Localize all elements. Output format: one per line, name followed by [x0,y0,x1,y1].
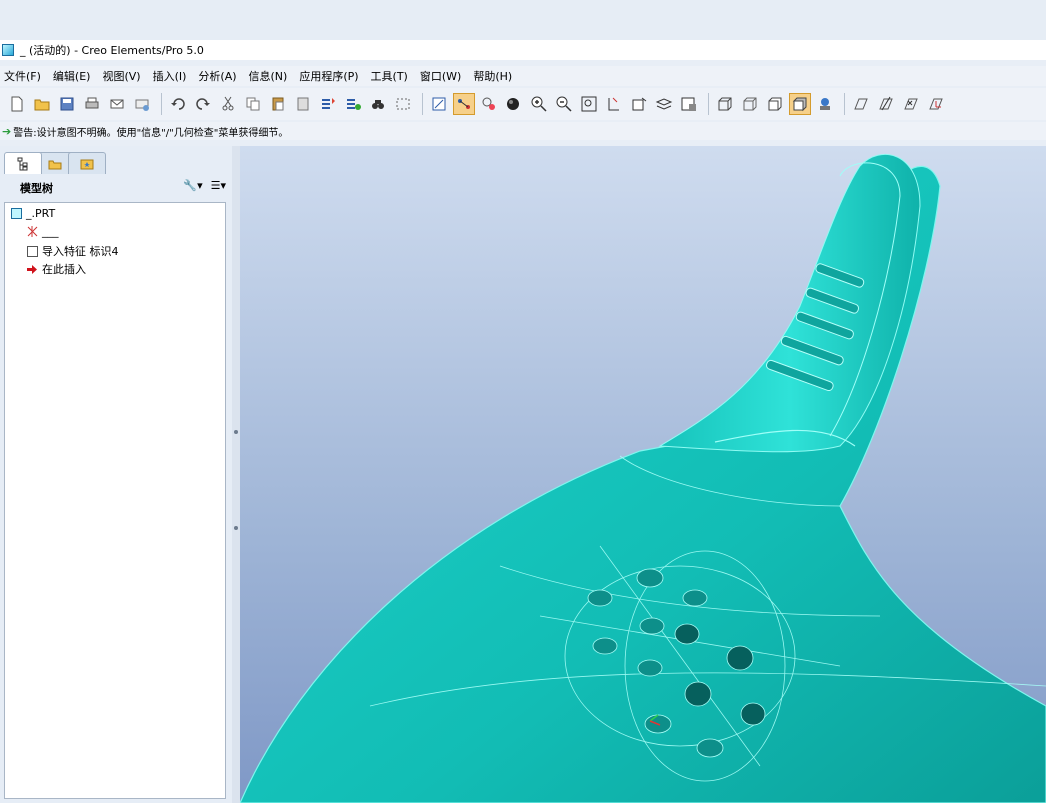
tree-node-csys[interactable]: ___ [27,225,59,238]
menu-insert[interactable]: 插入(I) [153,68,187,84]
menu-help[interactable]: 帮助(H) [473,68,512,84]
part-icon [11,208,22,219]
wireframe-icon[interactable] [714,93,736,115]
layers-icon[interactable] [653,93,675,115]
toolbar-separator [708,93,709,115]
appearance-icon[interactable] [503,93,525,115]
tree-node-insert-here[interactable]: 在此插入 [27,261,86,277]
view-manager-icon[interactable] [678,93,700,115]
tree-node-part[interactable]: _.PRT [11,207,55,220]
cut-icon[interactable] [217,93,239,115]
navigator-tabs [4,152,106,174]
refit-icon[interactable] [578,93,600,115]
model-tree: _.PRT ___ 导入特征 标识4 在此插入 [4,202,226,799]
shading-edges-icon[interactable] [814,93,836,115]
folder-icon [48,160,62,169]
datum-points-icon[interactable] [900,93,922,115]
app-icon [2,44,14,56]
tab-favorites[interactable] [68,152,106,174]
undo-icon[interactable] [167,93,189,115]
csys-tree-icon [27,226,38,237]
model-body [240,165,1046,803]
model-tree-tools: 🔧▾ ☰▾ [175,179,226,192]
toolbar-separator [422,93,423,115]
tab-model-tree[interactable] [4,152,42,174]
reorient-icon[interactable] [603,93,625,115]
model-tree-title: 模型树 [20,182,53,195]
window-title: _ (活动的) - Creo Elements/Pro 5.0 [20,44,204,57]
model-tree-icon [17,157,28,170]
menu-tools[interactable]: 工具(T) [371,68,408,84]
graphics-window[interactable] [240,146,1046,803]
menu-info[interactable]: 信息(N) [249,68,288,84]
tree-node-label: 导入特征 标识4 [42,245,119,258]
menu-file[interactable]: 文件(F) [4,68,41,84]
tree-node-label: _.PRT [26,207,56,220]
favorites-icon [80,159,94,169]
menu-view[interactable]: 视图(V) [102,68,140,84]
splitter-grip [234,430,238,434]
open-folder-icon[interactable] [31,93,53,115]
tree-node-label: 在此插入 [42,263,86,276]
regen-manager-icon[interactable] [342,93,364,115]
orient-icon[interactable] [478,93,500,115]
menu-bar: 文件(F) 编辑(E) 视图(V) 插入(I) 分析(A) 信息(N) 应用程序… [0,66,1046,86]
shading-icon[interactable] [789,93,811,115]
insert-arrow-icon [27,264,38,275]
tree-node-import-feature[interactable]: 导入特征 标识4 [27,243,119,259]
select-box-icon[interactable] [392,93,414,115]
datum-axes-icon[interactable] [875,93,897,115]
arrow-right-icon: ➔ [2,124,12,138]
spin-center-icon[interactable] [453,93,475,115]
top-margin [0,0,1046,40]
csys-icon[interactable] [925,93,947,115]
status-message: 警告:设计意图不明确。使用"信息"/"几何检查"菜单获得细节。 [13,127,289,139]
repaint-icon[interactable] [428,93,450,115]
datum-planes-icon[interactable] [850,93,872,115]
toolbar-separator [161,93,162,115]
hidden-line-icon[interactable] [739,93,761,115]
message-area: ➔ 警告:设计意图不明确。使用"信息"/"几何检查"菜单获得细节。 [0,122,1046,140]
email-icon[interactable] [106,93,128,115]
menu-applications[interactable]: 应用程序(P) [299,68,358,84]
panel-splitter[interactable] [232,146,240,803]
saved-views-icon[interactable] [628,93,650,115]
zoom-in-icon[interactable] [528,93,550,115]
tree-node-label: ___ [42,225,59,238]
paste-icon[interactable] [267,93,289,115]
paste-special-icon[interactable] [292,93,314,115]
zoom-out-icon[interactable] [553,93,575,115]
title-bar: _ (活动的) - Creo Elements/Pro 5.0 [0,40,1046,60]
toolbar-separator [844,93,845,115]
save-icon[interactable] [56,93,78,115]
no-hidden-icon[interactable] [764,93,786,115]
redo-icon[interactable] [192,93,214,115]
regenerate-icon[interactable] [317,93,339,115]
print-icon[interactable] [81,93,103,115]
model-tree-header: 模型树 🔧▾ ☰▾ [4,176,226,200]
main-toolbar [0,88,1046,120]
model-shaded-view [240,153,1046,803]
find-icon[interactable] [367,93,389,115]
new-file-icon[interactable] [6,93,28,115]
import-feature-icon [27,245,38,257]
menu-analysis[interactable]: 分析(A) [198,68,236,84]
show-icon[interactable]: ☰▾ [211,179,226,192]
email-link-icon[interactable] [131,93,153,115]
navigator-panel: 模型树 🔧▾ ☰▾ _.PRT ___ 导入特征 标识4 在此插入 [0,146,232,803]
menu-window[interactable]: 窗口(W) [420,68,461,84]
menu-edit[interactable]: 编辑(E) [53,68,91,84]
settings-icon[interactable]: 🔧▾ [183,179,202,192]
copy-icon[interactable] [242,93,264,115]
splitter-grip [234,526,238,530]
